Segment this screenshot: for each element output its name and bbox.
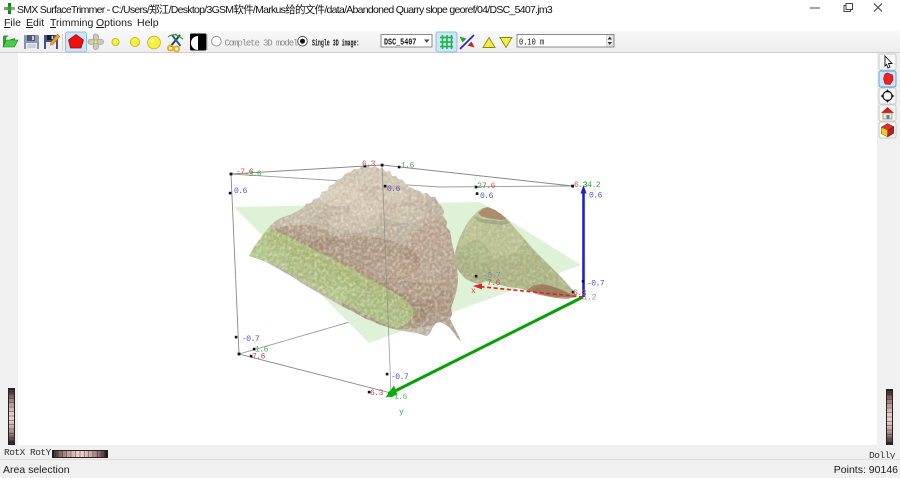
svg-text:x: x bbox=[471, 287, 476, 296]
svg-text:1.2: 1.2 bbox=[583, 294, 597, 303]
svg-text:0.6: 0.6 bbox=[589, 192, 603, 201]
svg-text:0.6: 0.6 bbox=[480, 192, 494, 201]
svg-text:6.3: 6.3 bbox=[370, 389, 384, 398]
svg-text:-3.6: -3.6 bbox=[244, 170, 262, 179]
svg-text:-0.7: -0.7 bbox=[242, 335, 260, 344]
svg-text:-0.7: -0.7 bbox=[587, 280, 605, 289]
svg-text:1.6: 1.6 bbox=[401, 162, 415, 171]
svg-text:1.6: 1.6 bbox=[394, 393, 408, 402]
svg-text:-0.7: -0.7 bbox=[391, 373, 409, 382]
svg-text:6.3: 6.3 bbox=[362, 160, 376, 169]
svg-text:-2.: -2. bbox=[473, 182, 486, 191]
svg-text:y: y bbox=[399, 408, 404, 417]
svg-text:34.2: 34.2 bbox=[583, 181, 601, 190]
svg-text:1.6: 1.6 bbox=[255, 346, 269, 355]
svg-text:0.6: 0.6 bbox=[234, 187, 248, 196]
svg-text:0.6: 0.6 bbox=[387, 185, 401, 194]
svg-text:7.6: 7.6 bbox=[487, 279, 501, 288]
